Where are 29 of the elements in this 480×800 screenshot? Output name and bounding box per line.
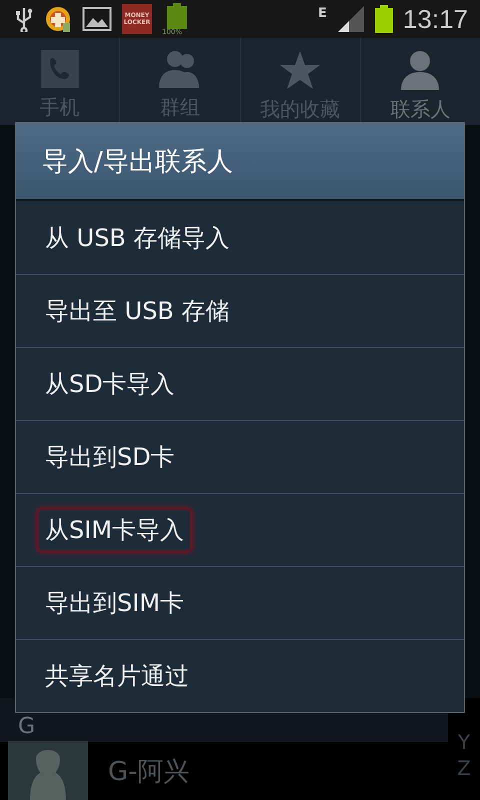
menu-item[interactable]: 从SD卡导入 — [16, 347, 464, 420]
menu-item-label: 导出至 USB 存储 — [44, 296, 231, 327]
battery-icon — [374, 5, 393, 33]
contact-name: G-阿兴 — [108, 756, 190, 788]
menu-item[interactable]: 导出到SIM卡 — [16, 566, 464, 639]
person-icon — [400, 50, 440, 90]
network-type: E — [318, 6, 327, 20]
image-icon — [82, 5, 112, 33]
usb-icon — [14, 6, 34, 32]
menu-item-label: 从 USB 存储导入 — [44, 222, 231, 254]
menu-item-label: 导出到SIM卡 — [44, 588, 186, 619]
menu-item-label: 从SD卡导入 — [44, 369, 176, 400]
menu-item-label: 从SIM卡导入 — [36, 507, 194, 553]
first-aid-app-icon — [44, 5, 72, 33]
battery-icon — [166, 3, 188, 29]
phone-icon — [40, 50, 79, 88]
clock: 13:17 — [402, 4, 468, 34]
menu-item[interactable]: 共享名片通过 — [16, 639, 464, 712]
menu-item[interactable]: 导出至 USB 存储 — [16, 274, 464, 347]
dialog-title: 导入/导出联系人 — [16, 123, 464, 201]
avatar-icon — [8, 741, 88, 800]
signal-icon — [336, 6, 365, 32]
menu-item[interactable]: 从 USB 存储导入 — [16, 201, 464, 274]
menu-item[interactable]: 导出到SD卡 — [16, 420, 464, 493]
menu-item-label: 导出到SD卡 — [44, 442, 176, 473]
section-letter: G — [18, 714, 36, 740]
star-icon — [279, 50, 322, 90]
menu-item-label: 共享名片通过 — [44, 661, 190, 692]
menu-item[interactable]: 从SIM卡导入 — [16, 493, 464, 566]
